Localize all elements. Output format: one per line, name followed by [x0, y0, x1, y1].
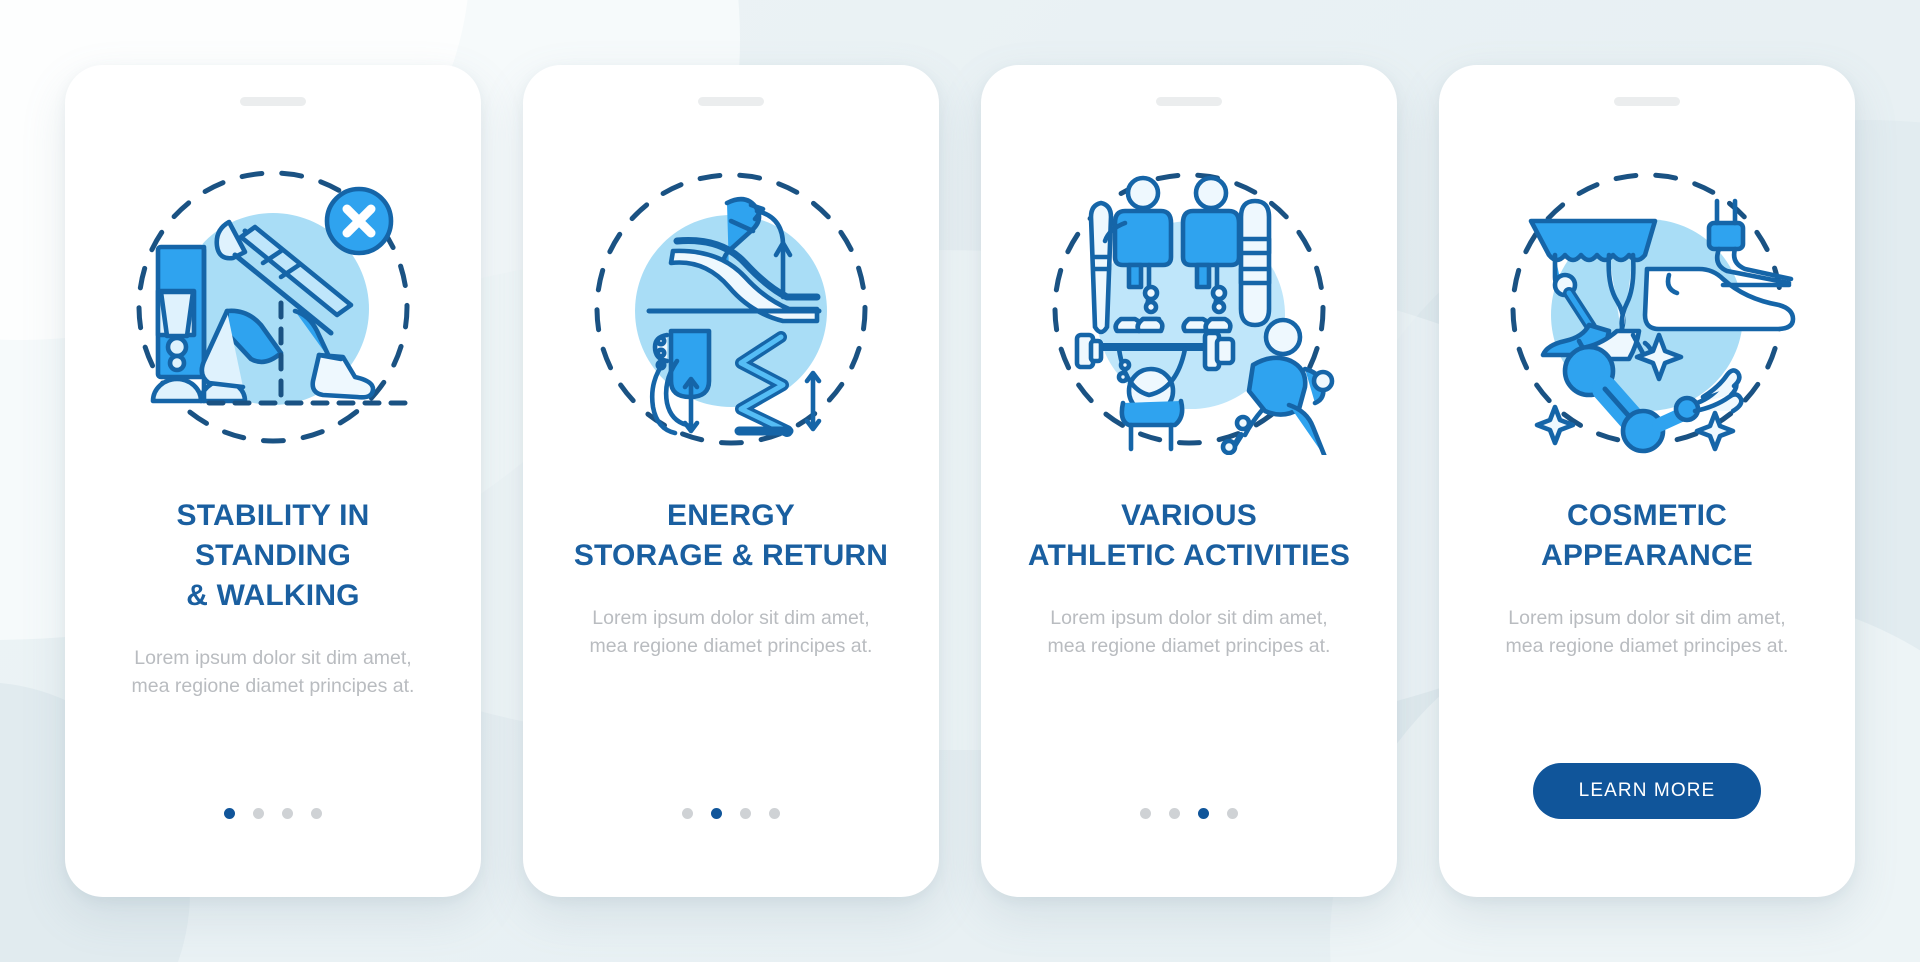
card-footer-stability [65, 808, 481, 819]
card-footer-energy [523, 808, 939, 819]
pagination-dots-athletics[interactable] [1140, 808, 1238, 819]
title-line: STABILITY IN [176, 499, 370, 532]
card-footer-cosmetic: LEARN MORE [1439, 763, 1855, 819]
title-line: APPEARANCE [1540, 538, 1754, 572]
card-body-energy: Lorem ipsum dolor sit dim amet, mea regi… [589, 606, 873, 658]
pagination-dot-4[interactable] [311, 808, 322, 819]
title-line: ATHLETIC ACTIVITIES [1027, 538, 1351, 572]
title-line: VARIOUS [1121, 499, 1257, 532]
pagination-dot-3[interactable] [1198, 808, 1209, 819]
title-line: ENERGY [667, 499, 795, 532]
pagination-dot-1[interactable] [682, 808, 693, 819]
onboarding-screen-row: STABILITY IN STANDING & WALKING Lorem ip… [0, 0, 1920, 962]
illustration-cosmetic [1439, 142, 1855, 472]
illustration-energy [523, 142, 939, 472]
card-body-stability: Lorem ipsum dolor sit dim amet, mea regi… [131, 646, 415, 697]
pagination-dot-2[interactable] [253, 808, 264, 819]
card-footer-athletics [981, 808, 1397, 819]
title-line: STANDING [194, 538, 352, 572]
card-body-athletics: Lorem ipsum dolor sit dim amet, mea regi… [1047, 606, 1331, 658]
illustration-stability [65, 142, 481, 472]
card-title-cosmetic: COSMETIC APPEARANCE [1515, 496, 1779, 576]
pagination-dot-4[interactable] [769, 808, 780, 819]
onboarding-screen-cosmetic[interactable]: COSMETIC APPEARANCE Lorem ipsum dolor si… [1439, 65, 1855, 897]
onboarding-screen-energy[interactable]: ENERGY STORAGE & RETURN Lorem ipsum dolo… [523, 65, 939, 897]
pagination-dot-2[interactable] [1169, 808, 1180, 819]
card-body-cosmetic: Lorem ipsum dolor sit dim amet, mea regi… [1505, 606, 1789, 658]
pagination-dot-3[interactable] [740, 808, 751, 819]
card-title-stability: STABILITY IN STANDING & WALKING [151, 496, 396, 616]
illustration-athletics [981, 142, 1397, 472]
pagination-dot-3[interactable] [282, 808, 293, 819]
onboarding-screen-athletics[interactable]: VARIOUS ATHLETIC ACTIVITIES Lorem ipsum … [981, 65, 1397, 897]
title-line: STORAGE & RETURN [573, 538, 889, 572]
card-title-athletics: VARIOUS ATHLETIC ACTIVITIES [1002, 496, 1376, 576]
pagination-dots-energy[interactable] [682, 808, 780, 819]
title-line: & WALKING [186, 578, 360, 612]
title-line: COSMETIC [1567, 499, 1727, 532]
phone-speaker-notch [240, 97, 306, 106]
phone-speaker-notch [1156, 97, 1222, 106]
card-title-energy: ENERGY STORAGE & RETURN [548, 496, 914, 576]
phone-speaker-notch [698, 97, 764, 106]
pagination-dots-stability[interactable] [224, 808, 322, 819]
pagination-dot-2[interactable] [711, 808, 722, 819]
learn-more-button[interactable]: LEARN MORE [1532, 763, 1762, 819]
phone-speaker-notch [1614, 97, 1680, 106]
onboarding-screen-stability[interactable]: STABILITY IN STANDING & WALKING Lorem ip… [65, 65, 481, 897]
pagination-dot-1[interactable] [224, 808, 235, 819]
pagination-dot-4[interactable] [1227, 808, 1238, 819]
pagination-dot-1[interactable] [1140, 808, 1151, 819]
